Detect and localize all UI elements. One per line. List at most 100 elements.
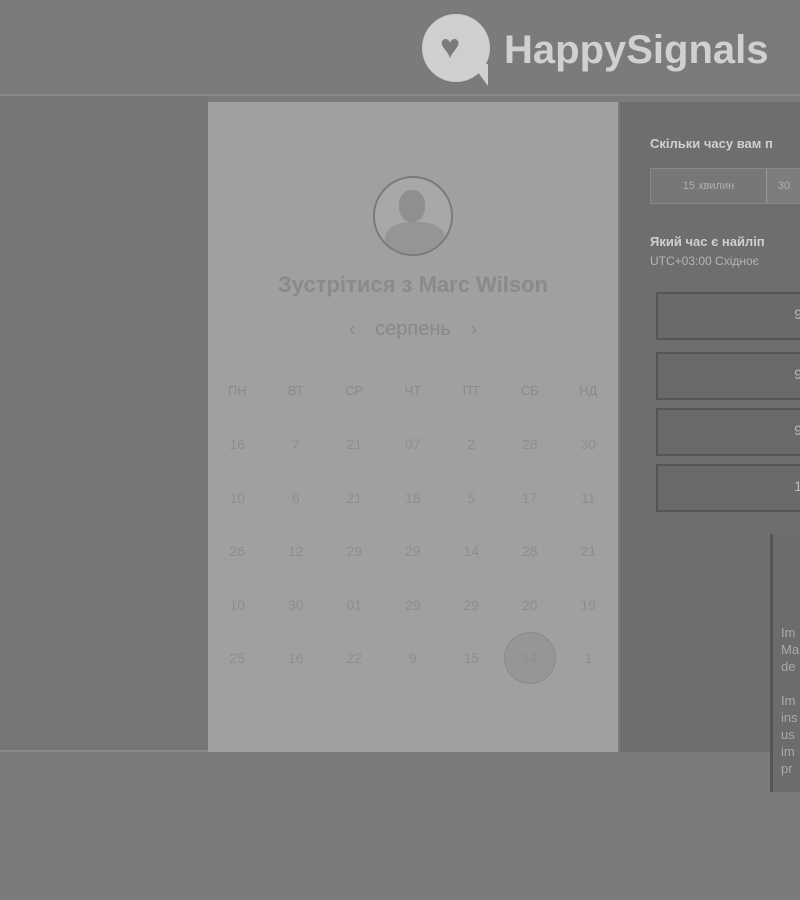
calendar-day[interactable]: 28 — [501, 543, 560, 559]
calendar-day[interactable]: 16 — [267, 650, 326, 666]
day-number: 16 — [287, 650, 304, 667]
calendar-day[interactable]: 30 — [267, 597, 326, 613]
weekday-label: ПТ — [462, 383, 480, 399]
day-number: 6 — [291, 489, 300, 506]
calendar-day[interactable]: 29 — [384, 543, 443, 559]
day-number: 10 — [229, 489, 246, 506]
day-number: 20 — [521, 596, 538, 613]
left-panel — [0, 96, 208, 752]
calendar-week-row: 10 30 01 29 29 20 19 — [208, 578, 618, 632]
duration-option[interactable]: 30 — [766, 169, 800, 203]
weekday-header-row: ПН ВТ СР ЧТ ПТ СБ НД — [208, 364, 618, 418]
calendar-day[interactable]: 5 — [442, 490, 501, 506]
calendar-day[interactable]: 14 — [442, 543, 501, 559]
time-slot[interactable]: 1 — [656, 464, 800, 512]
day-number: 29 — [463, 596, 480, 613]
day-number: 29 — [404, 543, 421, 560]
booking-card: Зустрітися з Marc Wilson ‹ серпень › ПН В… — [208, 102, 618, 752]
time-question: Який час є найліп — [650, 234, 765, 249]
tooltip-line: de — [781, 659, 796, 674]
day-number: 29 — [346, 543, 363, 560]
calendar-day[interactable]: 10 — [208, 490, 267, 506]
avatar — [373, 176, 453, 256]
calendar-day[interactable]: 28 — [501, 436, 560, 452]
weekday-label: ПН — [227, 383, 247, 399]
calendar-day[interactable]: 10 — [208, 597, 267, 613]
day-number: 10 — [229, 596, 246, 613]
chevron-left-icon[interactable]: ‹ — [349, 319, 355, 340]
timezone-label[interactable]: UTC+03:00 Східноє — [650, 254, 759, 268]
calendar-day[interactable]: 21 — [325, 490, 384, 506]
right-panel: Скільки часу вам п 15 хвилин 30 Який час… — [620, 102, 800, 792]
tooltip-line — [781, 675, 800, 692]
day-number: 21 — [580, 543, 597, 560]
duration-selector: 15 хвилин 30 — [650, 168, 800, 204]
calendar-day[interactable]: 12 — [267, 543, 326, 559]
day-number: 9 — [408, 650, 417, 667]
calendar-day[interactable]: 1 — [559, 650, 618, 666]
day-number: 14 — [463, 543, 480, 560]
calendar-day[interactable]: 9 — [384, 650, 443, 666]
chevron-right-icon[interactable]: › — [471, 319, 477, 340]
weekday-label: СР — [345, 383, 364, 399]
calendar-day[interactable]: 22 — [325, 650, 384, 666]
calendar-day[interactable]: 29 — [325, 543, 384, 559]
day-number: 25 — [229, 650, 246, 667]
calendar-day[interactable]: 01 — [325, 597, 384, 613]
time-slot[interactable]: 9 — [656, 352, 800, 400]
weekday-label: СБ — [520, 383, 539, 399]
month-navigator: ‹ серпень › — [208, 318, 618, 341]
calendar-day[interactable]: 29 — [384, 597, 443, 613]
calendar-day[interactable]: 07 — [384, 436, 443, 452]
calendar-day[interactable]: 16 — [208, 436, 267, 452]
time-slot[interactable]: 9 — [656, 292, 800, 340]
happysignals-logo: ♥ HappySignals — [420, 12, 769, 88]
calendar-day[interactable]: 21 — [325, 436, 384, 452]
calendar-week-row: 26 12 29 29 14 28 21 — [208, 525, 618, 579]
calendar-day[interactable]: 7 — [267, 436, 326, 452]
calendar-day-selected[interactable]: 14 — [501, 632, 560, 685]
calendar-day[interactable]: 20 — [501, 597, 560, 613]
month-label: серпень — [375, 318, 451, 340]
day-number: 28 — [521, 436, 538, 453]
calendar-week-row: 16 7 21 07 2 28 30 — [208, 418, 618, 472]
day-number: 30 — [287, 596, 304, 613]
day-number: 19 — [580, 596, 597, 613]
calendar-week-row: 10 6 21 18 5 17 11 — [208, 471, 618, 525]
day-number: 12 — [287, 543, 304, 560]
calendar-day[interactable]: 25 — [208, 650, 267, 666]
day-number: 01 — [346, 596, 363, 613]
time-slot[interactable]: 9 — [656, 408, 800, 456]
calendar-day[interactable]: 21 — [559, 543, 618, 559]
day-number: 26 — [229, 543, 246, 560]
calendar-day[interactable]: 11 — [559, 490, 618, 506]
calendar-day[interactable]: 19 — [559, 597, 618, 613]
tooltip-line: Im — [781, 693, 796, 708]
tooltip-line: ins — [781, 710, 798, 725]
calendar-day[interactable]: 2 — [442, 436, 501, 452]
calendar-day[interactable]: 17 — [501, 490, 560, 506]
heart-speech-bubble-icon: ♥ — [420, 12, 496, 88]
calendar-day[interactable]: 15 — [442, 650, 501, 666]
day-number: 14 — [503, 632, 556, 685]
calendar-day[interactable]: 29 — [442, 597, 501, 613]
day-number: 29 — [404, 596, 421, 613]
calendar-day[interactable]: 26 — [208, 543, 267, 559]
calendar-day[interactable]: 30 — [559, 436, 618, 452]
day-number: 18 — [404, 489, 421, 506]
day-number: 30 — [580, 436, 597, 453]
day-number: 21 — [346, 436, 363, 453]
day-number: 22 — [346, 650, 363, 667]
calendar-week-row: 25 16 22 9 15 14 1 — [208, 632, 618, 686]
tooltip-line: us — [781, 727, 795, 742]
duration-option[interactable]: 15 хвилин — [651, 169, 766, 203]
day-number: 11 — [580, 489, 596, 506]
weekday-label: НД — [579, 383, 598, 399]
day-number: 21 — [346, 489, 363, 506]
calendar-day[interactable]: 18 — [384, 490, 443, 506]
calendar-day[interactable]: 6 — [267, 490, 326, 506]
day-number: 15 — [463, 650, 480, 667]
day-number: 28 — [521, 543, 538, 560]
duration-question: Скільки часу вам п — [650, 136, 773, 151]
day-number: 1 — [584, 650, 593, 667]
